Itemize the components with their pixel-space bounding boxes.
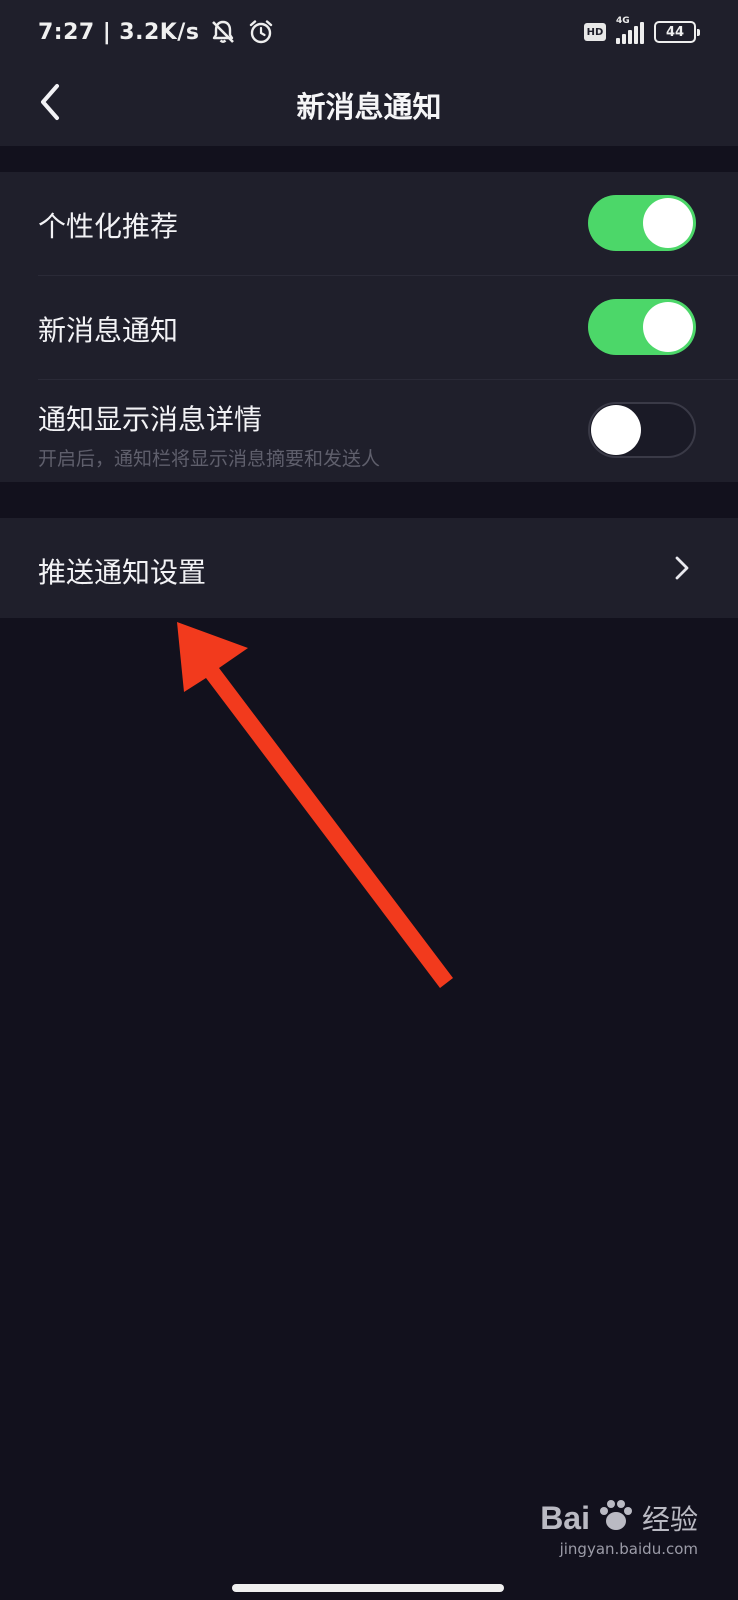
signal-bar bbox=[622, 34, 626, 44]
page-title: 新消息通知 bbox=[296, 90, 442, 124]
signal-bar bbox=[616, 38, 620, 44]
toggle-knob bbox=[643, 198, 693, 248]
setting-description: 开启后，通知栏将显示消息摘要和发送人 bbox=[38, 448, 381, 470]
signal-bar bbox=[640, 22, 644, 44]
alarm-icon bbox=[247, 18, 275, 46]
network-type: 4G bbox=[616, 16, 630, 26]
status-left: 7:27 | 3.2K/s bbox=[38, 18, 275, 46]
bell-off-icon bbox=[209, 18, 237, 46]
push-settings-label: 推送通知设置 bbox=[38, 556, 207, 589]
setting-label: 新消息通知 bbox=[38, 314, 179, 347]
setting-row-new-message: 新消息通知 bbox=[0, 276, 738, 379]
status-net-speed: 3.2K/s bbox=[119, 19, 200, 45]
setting-label: 个性化推荐 bbox=[38, 210, 179, 243]
watermark-suffix: 经验 bbox=[641, 1503, 698, 1536]
status-bar: 7:27 | 3.2K/s HD 4G 44 bbox=[0, 0, 738, 64]
personalized-toggle[interactable] bbox=[588, 195, 696, 251]
nav-header: 新消息通知 bbox=[0, 64, 738, 146]
signal-bar bbox=[628, 30, 632, 44]
screen: 7:27 | 3.2K/s HD 4G 44 新消息通知 个性化推荐 新消息通知… bbox=[0, 0, 738, 1600]
home-indicator[interactable] bbox=[232, 1584, 504, 1592]
setting-label: 通知显示消息详情 bbox=[38, 403, 263, 436]
setting-row-personalized: 个性化推荐 bbox=[0, 172, 738, 275]
signal-bar bbox=[634, 26, 638, 44]
toggle-knob bbox=[643, 302, 693, 352]
arrow-shape bbox=[177, 622, 453, 988]
watermark-url: jingyan.baidu.com bbox=[559, 1540, 698, 1558]
push-settings-row[interactable]: 推送通知设置 bbox=[0, 518, 738, 618]
chevron-right-icon bbox=[670, 554, 694, 582]
baidu-watermark: Bai 经验 bbox=[540, 1498, 698, 1538]
signal-icon: 4G bbox=[616, 16, 644, 44]
show-details-toggle[interactable] bbox=[588, 402, 696, 458]
watermark-logo: Bai bbox=[540, 1499, 590, 1536]
battery-level: 44 bbox=[665, 24, 685, 40]
hd-badge: HD bbox=[584, 23, 606, 41]
status-separator: | bbox=[102, 19, 112, 45]
status-time: 7:27 bbox=[38, 19, 95, 45]
battery-icon: 44 bbox=[654, 21, 700, 43]
paw-icon bbox=[598, 1499, 634, 1537]
notification-settings-group: 个性化推荐 新消息通知 通知显示消息详情 开启后，通知栏将显示消息摘要和发送人 bbox=[0, 172, 738, 482]
toggle-knob bbox=[591, 405, 641, 455]
setting-row-show-details: 通知显示消息详情 开启后，通知栏将显示消息摘要和发送人 bbox=[0, 380, 738, 482]
status-right: HD 4G 44 bbox=[584, 16, 700, 44]
new-message-toggle[interactable] bbox=[588, 299, 696, 355]
